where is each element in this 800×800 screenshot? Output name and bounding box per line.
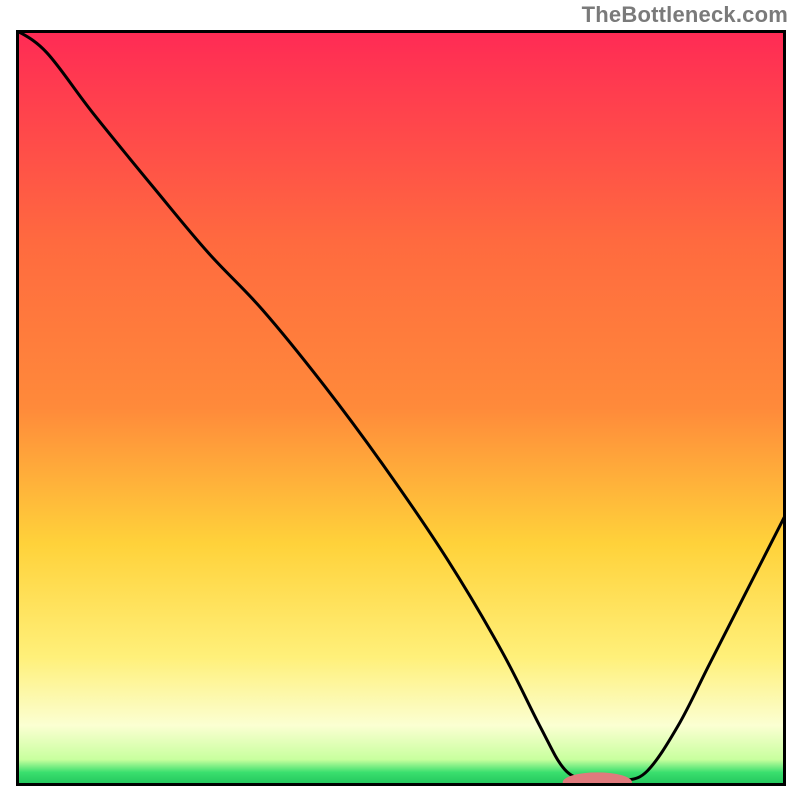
plot-area xyxy=(16,30,786,786)
chart-stage: TheBottleneck.com xyxy=(0,0,800,800)
attribution-label: TheBottleneck.com xyxy=(582,2,788,28)
gradient-background xyxy=(16,30,786,786)
plot-svg xyxy=(16,30,786,786)
